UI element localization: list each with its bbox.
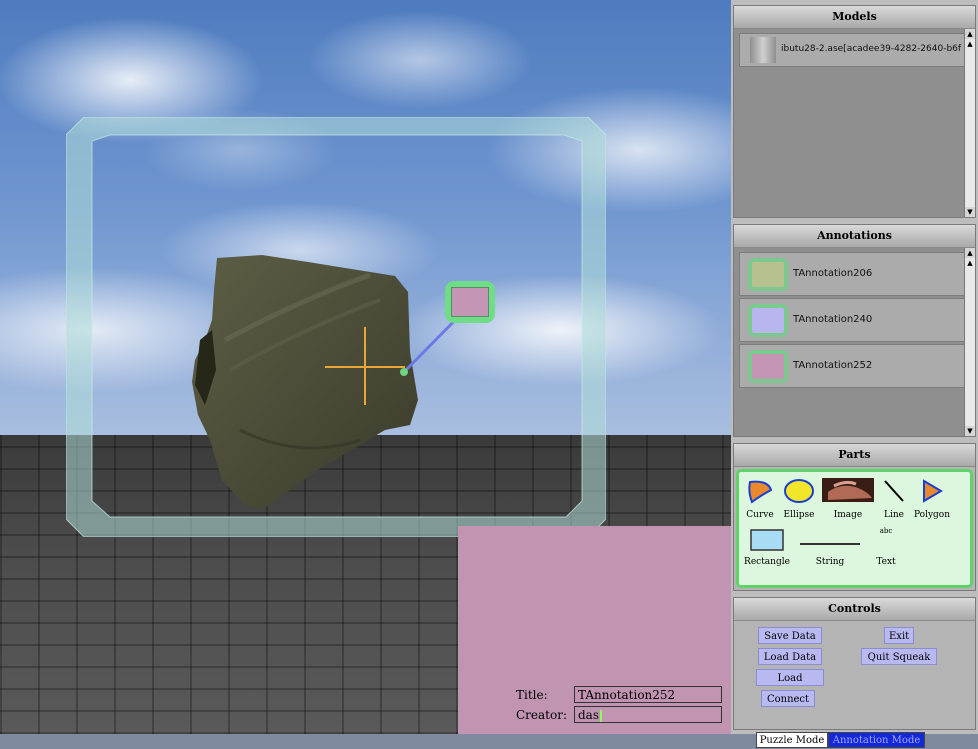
annotation-thumbnail [748, 350, 788, 383]
annotation-label: TAnnotation252 [793, 360, 873, 371]
3d-viewport[interactable]: Title: TAnnotation252 Creator: das [0, 0, 731, 734]
annotation-label: TAnnotation240 [793, 314, 873, 325]
models-panel: Models ibutu28-2.ase[acadee39-4282-2640-… [733, 5, 976, 218]
exit-button[interactable]: Exit [884, 627, 914, 644]
creator-field[interactable]: das [574, 706, 722, 723]
annotation-thumbnail [748, 258, 788, 291]
annotations-scrollbar[interactable]: ▲ ▲ ▼ [964, 248, 975, 436]
scroll-up-icon[interactable]: ▲ [965, 39, 975, 49]
rectangle-icon [750, 529, 784, 551]
image-icon [822, 478, 874, 502]
title-label: Title: [516, 688, 548, 702]
model-label: ibutu28-2.ase[acadee39-4282-2640-b6f [781, 44, 962, 54]
part-rectangle[interactable]: Rectangle [743, 527, 791, 567]
scroll-down-icon[interactable]: ▼ [965, 426, 975, 436]
puzzle-mode-toggle[interactable]: Puzzle Mode [756, 732, 828, 748]
annotation-mode-toggle[interactable]: Annotation Mode [828, 732, 925, 748]
controls-body: Save Data Exit Load Data Quit Squeak Loa… [734, 621, 975, 748]
part-ellipse[interactable]: Ellipse [781, 476, 817, 520]
creator-row: Creator: das [458, 706, 731, 724]
part-curve[interactable]: Curve [743, 476, 777, 520]
annotation-thumbnail [748, 304, 788, 337]
scroll-up-icon[interactable]: ▲ [965, 258, 975, 268]
annotations-header: Annotations [734, 225, 975, 248]
quit-squeak-button[interactable]: Quit Squeak [861, 648, 937, 665]
parts-header: Parts [734, 444, 975, 467]
text-icon: abc [879, 527, 893, 535]
controls-header: Controls [734, 598, 975, 621]
annotation-item[interactable]: TAnnotation240 [739, 298, 966, 342]
part-image[interactable]: Image [821, 476, 875, 520]
parts-panel: Parts Curve Ellipse Image Line Polygon R… [733, 443, 976, 591]
scroll-down-icon[interactable]: ▼ [965, 207, 975, 217]
title-row: Title: TAnnotation252 [458, 686, 731, 704]
annotation-marker-preview [451, 287, 489, 317]
models-list[interactable]: ibutu28-2.ase[acadee39-4282-2640-b6f ▲ ▲… [734, 29, 975, 217]
ellipse-icon [784, 479, 814, 503]
string-icon [800, 543, 860, 545]
annotations-list[interactable]: TAnnotation206 TAnnotation240 TAnnotatio… [734, 248, 975, 436]
save-data-button[interactable]: Save Data [758, 627, 822, 644]
scroll-up-icon[interactable]: ▲ [965, 248, 975, 258]
scroll-up-icon[interactable]: ▲ [965, 29, 975, 39]
part-line[interactable]: Line [879, 476, 909, 520]
creator-label: Creator: [516, 708, 567, 722]
model-item[interactable]: ibutu28-2.ase[acadee39-4282-2640-b6f [739, 33, 966, 67]
load-data-button[interactable]: Load Data [758, 648, 822, 665]
parts-palette: Curve Ellipse Image Line Polygon Rectang… [736, 469, 973, 588]
curve-icon [748, 480, 773, 504]
annotation-item[interactable]: TAnnotation206 [739, 252, 966, 296]
right-sidebar: Models ibutu28-2.ase[acadee39-4282-2640-… [731, 0, 978, 748]
part-text[interactable]: abc Text [867, 527, 905, 567]
model-thumbnail [750, 37, 776, 63]
annotations-panel: Annotations TAnnotation206 TAnnotation24… [733, 224, 976, 437]
load-model-button[interactable]: Load Model [756, 669, 824, 701]
part-polygon[interactable]: Polygon [911, 476, 953, 520]
title-field[interactable]: TAnnotation252 [574, 686, 722, 703]
annotation-item[interactable]: TAnnotation252 [739, 344, 966, 388]
line-icon [884, 480, 904, 502]
connect-button[interactable]: Connect [761, 690, 815, 707]
models-header: Models [734, 6, 975, 29]
controls-panel: Controls Save Data Exit Load Data Quit S… [733, 597, 976, 748]
text-caret [600, 709, 602, 722]
annotation-marker[interactable] [445, 281, 495, 323]
polygon-icon [923, 479, 943, 503]
annotation-detail-panel: Title: TAnnotation252 Creator: das [458, 526, 731, 734]
models-scrollbar[interactable]: ▲ ▲ ▼ [964, 29, 975, 217]
annotation-label: TAnnotation206 [793, 268, 873, 279]
part-string[interactable]: String [797, 527, 863, 567]
